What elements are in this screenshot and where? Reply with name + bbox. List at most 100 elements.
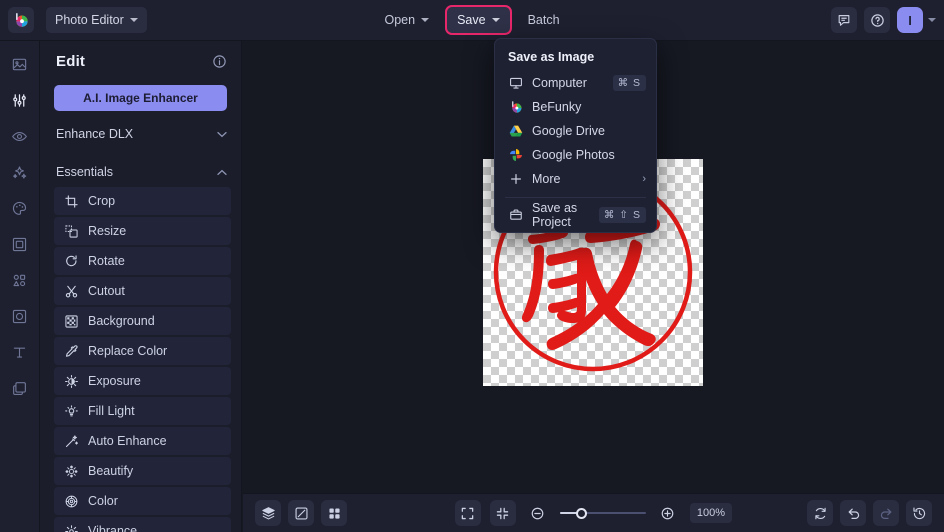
monitor-icon: [508, 76, 523, 91]
tool-label: Auto Enhance: [88, 434, 167, 448]
tool-label: Color: [88, 494, 118, 508]
undo-button[interactable]: [840, 500, 866, 526]
slider-handle[interactable]: [576, 508, 587, 519]
plus-icon: [508, 172, 523, 187]
color-wheel-icon: [64, 494, 78, 508]
history-icon: [912, 506, 927, 521]
rail-item-artsy[interactable]: [5, 195, 35, 221]
tool-label: Cutout: [88, 284, 125, 298]
tool-label: Rotate: [88, 254, 125, 268]
text-icon: [11, 344, 28, 361]
tool-label: Crop: [88, 194, 115, 208]
fit-to-screen-button[interactable]: [455, 500, 481, 526]
zoom-level-value: 100%: [697, 507, 725, 519]
tool-label: Fill Light: [88, 404, 135, 418]
briefcase-icon: [508, 208, 523, 223]
shapes-icon: [11, 272, 28, 289]
magic-wand-icon: [64, 434, 78, 448]
workspace-label: Photo Editor: [55, 13, 124, 27]
shrink-to-fit-button[interactable]: [490, 500, 516, 526]
menu-item-label: Save as Project: [532, 201, 590, 229]
befunky-color-wheel-logo: [13, 12, 29, 28]
layers-icon: [11, 380, 28, 397]
history-button[interactable]: [906, 500, 932, 526]
compare-icon: [294, 506, 309, 521]
zoom-slider[interactable]: [560, 506, 646, 520]
save-button[interactable]: Save: [447, 7, 510, 33]
tool-fill-light[interactable]: Fill Light: [54, 397, 231, 425]
layers-button[interactable]: [255, 500, 281, 526]
befunky-logo-button[interactable]: [8, 7, 34, 33]
save-menu-item-computer[interactable]: Computer ⌘ S: [495, 71, 656, 95]
rail-item-graphics[interactable]: [5, 267, 35, 293]
page-title: Edit: [56, 53, 85, 70]
menu-item-label: Google Photos: [532, 148, 646, 162]
tool-background[interactable]: Background: [54, 307, 231, 335]
bulb-icon: [64, 404, 78, 418]
tool-auto-enhance[interactable]: Auto Enhance: [54, 427, 231, 455]
shortcut-badge: ⌘ ⇧ S: [599, 207, 646, 223]
tool-crop[interactable]: Crop: [54, 187, 231, 215]
compare-button[interactable]: [288, 500, 314, 526]
help-button[interactable]: [864, 7, 890, 33]
grid-button[interactable]: [321, 500, 347, 526]
group-label: Enhance DLX: [56, 127, 133, 141]
menu-item-label: More: [532, 172, 633, 186]
history-controls: [807, 500, 932, 526]
tool-vibrance[interactable]: Vibrance: [54, 517, 231, 532]
menu-item-label: BeFunky: [532, 100, 646, 114]
rail-item-frames[interactable]: [5, 231, 35, 257]
grid-icon: [327, 506, 342, 521]
info-circle-icon: [212, 54, 227, 69]
group-enhance-dlx[interactable]: Enhance DLX: [40, 119, 241, 149]
tool-beautify[interactable]: Beautify: [54, 457, 231, 485]
tool-color[interactable]: Color: [54, 487, 231, 515]
tool-exposure[interactable]: Exposure: [54, 367, 231, 395]
save-menu-item-save-as-project[interactable]: Save as Project ⌘ ⇧ S: [495, 203, 656, 227]
avatar[interactable]: I: [897, 7, 923, 33]
zoom-out-button[interactable]: [525, 500, 551, 526]
checkerboard-icon: [64, 314, 78, 328]
shortcut-badge: ⌘ S: [613, 75, 646, 91]
zoom-level-badge[interactable]: 100%: [690, 503, 732, 523]
menu-item-label: Computer: [532, 76, 604, 90]
rail-item-layers[interactable]: [5, 375, 35, 401]
tool-replace-color[interactable]: Replace Color: [54, 337, 231, 365]
zoom-in-button[interactable]: [655, 500, 681, 526]
menu-item-label: Google Drive: [532, 124, 646, 138]
save-label: Save: [457, 13, 486, 27]
redo-button[interactable]: [873, 500, 899, 526]
eyedropper-icon: [64, 344, 78, 358]
group-essentials[interactable]: Essentials: [40, 157, 241, 187]
rail-item-touchup[interactable]: [5, 123, 35, 149]
top-toolbar: Photo Editor Open Save Batch: [0, 0, 944, 41]
rail-item-text[interactable]: [5, 339, 35, 365]
rail-item-effects[interactable]: [5, 159, 35, 185]
question-circle-icon: [870, 13, 885, 28]
workspace-selector[interactable]: Photo Editor: [46, 7, 147, 33]
open-button[interactable]: Open: [374, 7, 439, 33]
feedback-button[interactable]: [831, 7, 857, 33]
tool-cutout[interactable]: Cutout: [54, 277, 231, 305]
rail-item-overlays[interactable]: [5, 303, 35, 329]
group-label: Essentials: [56, 165, 113, 179]
rotate-icon: [64, 254, 78, 268]
vibrance-icon: [64, 524, 78, 532]
chevron-up-icon: [217, 169, 227, 176]
bottom-left-tools: [255, 500, 347, 526]
frame-icon: [11, 236, 28, 253]
save-menu-item-google-photos[interactable]: Google Photos: [495, 143, 656, 167]
batch-button[interactable]: Batch: [518, 7, 570, 33]
save-menu-item-more[interactable]: More ›: [495, 167, 656, 191]
chevron-down-icon: [217, 131, 227, 138]
reset-button[interactable]: [807, 500, 833, 526]
info-button[interactable]: [212, 54, 227, 69]
rail-item-image[interactable]: [5, 51, 35, 77]
tool-rotate[interactable]: Rotate: [54, 247, 231, 275]
chevron-down-icon[interactable]: [928, 18, 936, 22]
rail-item-edit[interactable]: [5, 87, 35, 113]
ai-image-enhancer-button[interactable]: A.I. Image Enhancer: [54, 85, 227, 111]
save-menu-item-google-drive[interactable]: Google Drive: [495, 119, 656, 143]
save-menu-item-befunky[interactable]: BeFunky: [495, 95, 656, 119]
tool-resize[interactable]: Resize: [54, 217, 231, 245]
